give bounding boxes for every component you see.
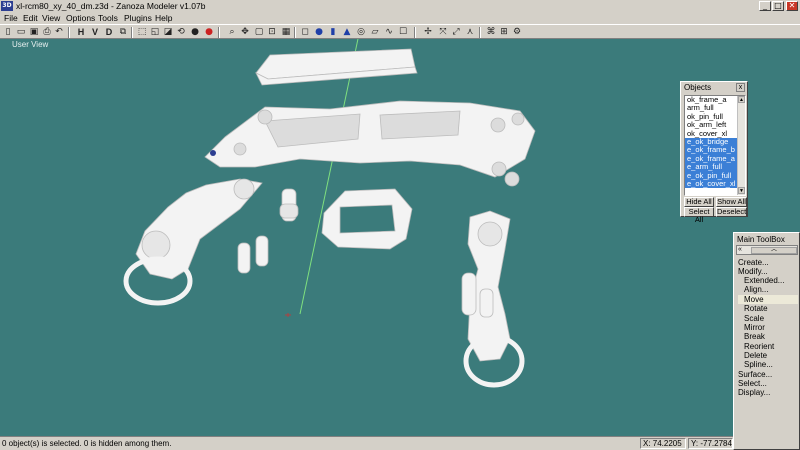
red-sphere-icon[interactable]: ●	[203, 26, 215, 38]
sphere-render-icon[interactable]: ●	[189, 26, 201, 38]
view-v-button[interactable]: V	[89, 26, 101, 38]
view-h-button[interactable]: H	[75, 26, 87, 38]
list-item[interactable]: ok_arm_left	[685, 121, 737, 129]
minimize-button[interactable]: _	[759, 1, 771, 11]
objects-list[interactable]: ok_frame_a arm_full ok_pin_full ok_arm_l…	[684, 95, 746, 196]
x-coordinate: X: 74.2205	[640, 438, 686, 449]
back-icon[interactable]: «	[738, 246, 742, 254]
toolbox-nav: « ︿	[736, 245, 798, 255]
toolbox-modify[interactable]: Modify...	[738, 267, 768, 276]
y-coordinate: Y: -77.2784	[688, 438, 733, 449]
list-item-selected[interactable]: e_ok_bridge	[685, 137, 737, 147]
main-toolbox: Main ToolBox « ︿ Create... Modify... Ext…	[733, 232, 800, 450]
toolbox-select[interactable]: Select...	[738, 379, 767, 388]
open-icon[interactable]: ▭	[15, 26, 27, 38]
move-icon[interactable]: ✢	[422, 26, 434, 38]
zoom-icon[interactable]: ⌕	[226, 26, 238, 38]
title-bar: 3D xl-rcm80_xy_40_dm.z3d - Zanoza Modele…	[0, 0, 800, 12]
light-icon[interactable]: ☐	[397, 26, 409, 38]
objects-panel-close-button[interactable]: x	[736, 83, 745, 92]
scroll-up-icon[interactable]: ▲	[738, 96, 745, 103]
sphere-icon[interactable]: ●	[313, 26, 325, 38]
menu-edit[interactable]: Edit	[23, 12, 38, 24]
toolbox-delete[interactable]: Delete	[744, 351, 767, 360]
toolbox-surface[interactable]: Surface...	[738, 370, 772, 379]
model-parts	[123, 48, 536, 388]
mirror-icon[interactable]: ⋏	[464, 26, 476, 38]
toolbar: ▯ ▭ ▣ ⎙ ↶ H V D ⧉ ⬚ ◱ ◪ ⟲ ● ● ⌕ ✥ ▢ ⊡ ▦ …	[0, 24, 800, 39]
print-icon[interactable]: ⎙	[41, 26, 53, 38]
select-region-icon[interactable]: ◱	[149, 26, 161, 38]
toolbox-move[interactable]: Move	[738, 295, 798, 304]
maximize-button[interactable]: □	[772, 1, 784, 11]
scale-icon[interactable]: ⤢	[450, 26, 462, 38]
copy-icon[interactable]: ⧉	[117, 26, 129, 38]
rotate-view-icon[interactable]: ⟲	[175, 26, 187, 38]
zoom-extents-icon[interactable]: ⊡	[266, 26, 278, 38]
list-item-selected[interactable]: e_arm_full	[685, 163, 737, 172]
menu-tools[interactable]: Tools	[98, 12, 118, 24]
rotate-icon[interactable]: ⤧	[437, 26, 449, 38]
menu-help[interactable]: Help	[155, 12, 172, 24]
toolbox-spline[interactable]: Spline...	[744, 360, 773, 369]
toolbox-reorient[interactable]: Reorient	[744, 342, 774, 351]
toolbox-mirror[interactable]: Mirror	[744, 323, 765, 332]
app-icon[interactable]: 3D	[1, 1, 13, 11]
undo-icon[interactable]: ↶	[53, 26, 65, 38]
select-all-button[interactable]: Select All	[684, 207, 714, 224]
up-icon[interactable]: ︿	[751, 247, 797, 254]
toolbox-break[interactable]: Break	[744, 332, 765, 341]
list-item[interactable]: ok_pin_full	[685, 113, 737, 121]
list-item[interactable]: ok_frame_a	[685, 96, 737, 104]
scroll-down-icon[interactable]: ▼	[738, 187, 745, 194]
box-icon[interactable]: ◻	[299, 26, 311, 38]
save-icon[interactable]: ▣	[28, 26, 40, 38]
menu-options[interactable]: Options	[66, 12, 95, 24]
pan-icon[interactable]: ✥	[239, 26, 251, 38]
toolbox-create[interactable]: Create...	[738, 258, 769, 267]
cone-icon[interactable]: ▲	[341, 26, 353, 38]
list-item-selected[interactable]: e_ok_cover_xl	[685, 179, 737, 189]
camera-icon[interactable]: ⌘	[485, 26, 497, 38]
toolbox-extended[interactable]: Extended...	[744, 276, 784, 285]
toolbox-title: Main ToolBox	[737, 235, 785, 244]
toolbox-display[interactable]: Display...	[738, 388, 770, 397]
deselect-button[interactable]: Deselect	[716, 207, 747, 217]
list-item-selected[interactable]: e_ok_frame_a	[685, 154, 737, 164]
lasso-icon[interactable]: ◪	[162, 26, 174, 38]
gizmo-marker	[210, 150, 216, 156]
list-item[interactable]: arm_full	[685, 104, 737, 112]
list-item-selected[interactable]: e_ok_pin_full	[685, 171, 737, 180]
select-icon[interactable]: ⬚	[136, 26, 148, 38]
objects-panel: Objects x ok_frame_a arm_full ok_pin_ful…	[680, 81, 748, 224]
frame-icon[interactable]: ▢	[253, 26, 265, 38]
new-icon[interactable]: ▯	[2, 26, 14, 38]
menu-bar: File Edit View Options Tools Plugins Hel…	[0, 12, 800, 24]
status-bar: 0 object(s) is selected. 0 is hidden amo…	[0, 436, 733, 450]
toolbox-scale[interactable]: Scale	[744, 314, 764, 323]
view-d-button[interactable]: D	[103, 26, 115, 38]
list-item-selected[interactable]: e_ok_frame_b	[685, 146, 737, 155]
close-button[interactable]: ✕	[786, 1, 798, 11]
status-message: 0 object(s) is selected. 0 is hidden amo…	[2, 439, 172, 448]
grid-icon[interactable]: ▦	[280, 26, 292, 38]
spline-icon[interactable]: ∿	[383, 26, 395, 38]
viewport-label: User View	[12, 40, 49, 49]
list-item[interactable]: ok_cover_xl	[685, 130, 737, 138]
menu-plugins[interactable]: Plugins	[124, 12, 152, 24]
render-icon[interactable]: ⚙	[511, 26, 523, 38]
toolbox-align[interactable]: Align...	[744, 285, 768, 294]
objects-panel-title: Objects	[684, 83, 712, 92]
window-title: xl-rcm80_xy_40_dm.z3d - Zanoza Modeler v…	[16, 1, 206, 11]
cylinder-icon[interactable]: ▮	[327, 26, 339, 38]
toolbox-rotate[interactable]: Rotate	[744, 304, 768, 313]
show-all-button[interactable]: Show All	[716, 197, 747, 207]
torus-icon[interactable]: ◎	[355, 26, 367, 38]
hide-all-button[interactable]: Hide All	[684, 197, 714, 207]
menu-view[interactable]: View	[42, 12, 60, 24]
objects-scrollbar[interactable]: ▲ ▼	[737, 96, 745, 195]
plane-icon[interactable]: ▱	[369, 26, 381, 38]
menu-file[interactable]: File	[4, 12, 18, 24]
arrange-icon[interactable]: ⊞	[498, 26, 510, 38]
